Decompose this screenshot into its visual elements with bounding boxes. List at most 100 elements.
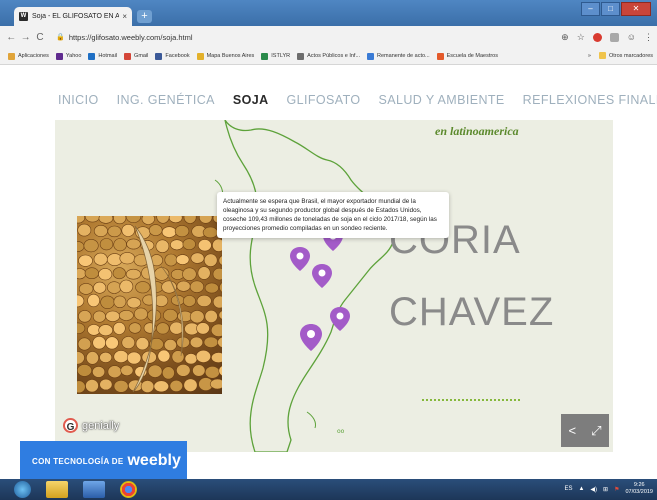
bookmark-item[interactable]: Yahoo	[55, 52, 81, 60]
extension-icon[interactable]	[609, 32, 619, 42]
profile-icon[interactable]: ☺	[627, 32, 636, 42]
browser-tab[interactable]: W Soja - EL GLIFOSATO EN ARGEN ×	[14, 7, 132, 26]
clock[interactable]: 9:26 07/03/2019	[625, 482, 653, 496]
soybean	[169, 321, 184, 335]
soybean	[197, 239, 212, 252]
weebly-prefix: CON TECNOLOGÍA DE	[32, 456, 124, 466]
soybean	[182, 238, 196, 251]
network-icon[interactable]: ⊞	[603, 486, 608, 493]
windows-taskbar: ES ▲ ◀) ⊞ ⚑ 9:26 07/03/2019	[0, 479, 657, 500]
close-window-button[interactable]: ✕	[621, 2, 651, 16]
soybean	[218, 310, 222, 320]
soybean	[121, 223, 135, 237]
soybean	[126, 351, 142, 365]
bookmark-item[interactable]: Actos Públicos e Inf...	[297, 52, 360, 60]
word-icon[interactable]	[83, 481, 105, 498]
soybean	[93, 281, 107, 294]
bookmark-item[interactable]: Escuela de Maestros	[436, 52, 498, 60]
nav-link-reflexiones-finales[interactable]: REFLEXIONES FINALES	[523, 93, 657, 107]
nav-link-soja[interactable]: SOJA	[233, 93, 269, 107]
bookmarks-more-icon[interactable]: »	[588, 53, 591, 59]
other-bookmarks-folder[interactable]: » Otros marcadores	[588, 52, 653, 59]
soybean	[125, 268, 142, 280]
soybean	[212, 238, 222, 252]
forward-arrow-icon[interactable]: →	[18, 32, 32, 43]
language-indicator[interactable]: ES	[564, 486, 572, 492]
new-tab-button[interactable]: +	[137, 10, 152, 23]
soybean	[203, 336, 219, 348]
genially-logo[interactable]: G genially	[63, 418, 119, 433]
bookmark-star-icon[interactable]: ☆	[577, 32, 585, 43]
reload-icon[interactable]: C	[33, 32, 47, 43]
bookmark-item[interactable]: Remanente de acto...	[367, 52, 430, 60]
nav-link-glifosato[interactable]: GLIFOSATO	[287, 93, 361, 107]
minimize-button[interactable]: –	[581, 2, 600, 16]
soybean	[126, 238, 141, 250]
soybean	[119, 252, 136, 265]
location-pin-icon[interactable]	[290, 247, 310, 271]
svg-text:oo: oo	[337, 428, 345, 435]
soybean	[77, 241, 85, 252]
soybean	[92, 366, 106, 378]
soybean	[218, 255, 222, 266]
author-name-line2: CHAVEZ	[389, 290, 555, 334]
nav-link-ing-genética[interactable]: ING. GENÉTICA	[117, 93, 215, 107]
soybean	[157, 349, 171, 363]
start-button-icon[interactable]	[14, 481, 31, 498]
soybean	[175, 254, 190, 265]
close-tab-icon[interactable]: ×	[122, 12, 127, 21]
bookmark-label: Hotmail	[98, 53, 118, 59]
tab-title: Soja - EL GLIFOSATO EN ARGEN	[32, 13, 120, 20]
flag-icon[interactable]: ⚑	[614, 486, 619, 493]
bookmark-icon	[297, 52, 305, 60]
soybean	[107, 225, 122, 238]
soybean	[218, 365, 222, 377]
soybean	[174, 225, 190, 238]
soybean	[126, 297, 142, 309]
soybean	[107, 281, 122, 294]
bookmark-item[interactable]: Aplicaciones	[8, 52, 49, 60]
soybean	[107, 365, 122, 379]
soybean	[189, 280, 204, 293]
file-explorer-icon[interactable]	[46, 481, 68, 498]
chrome-icon[interactable]	[120, 481, 137, 498]
zoom-icon[interactable]: ⊕	[561, 32, 569, 43]
soybean	[78, 283, 94, 295]
nav-link-inicio[interactable]: INICIO	[58, 93, 99, 107]
soybean	[202, 226, 218, 239]
location-pin-icon[interactable]	[300, 324, 322, 351]
bookmark-item[interactable]: Gmail	[124, 52, 148, 60]
bookmark-label: Aplicaciones	[18, 53, 49, 59]
share-icon[interactable]: <	[569, 423, 577, 438]
bookmark-item[interactable]: Facebook	[155, 52, 190, 60]
soybean	[203, 253, 218, 267]
weebly-badge[interactable]: CON TECNOLOGÍA DE weebly	[20, 441, 187, 481]
back-arrow-icon[interactable]: ←	[4, 32, 18, 43]
bookmark-icon	[155, 52, 163, 60]
soybean	[195, 349, 211, 363]
soybean	[163, 339, 177, 352]
bookmark-item[interactable]: ISTLYR	[261, 52, 290, 60]
location-pin-icon[interactable]	[312, 264, 332, 288]
soybean	[84, 267, 99, 280]
bookmark-item[interactable]: Mapa Buenos Aires	[196, 52, 254, 60]
presentation-controls: < ⤢	[561, 414, 609, 447]
extension-icon[interactable]	[592, 32, 602, 42]
maximize-button[interactable]: □	[601, 2, 620, 16]
soybean	[183, 216, 197, 224]
bookmark-label: Remanente de acto...	[377, 53, 430, 59]
soybean	[204, 282, 219, 294]
volume-icon[interactable]: ◀)	[590, 486, 597, 493]
url-input[interactable]: 🔒 https://glifosato.weebly.com/soja.html	[53, 29, 561, 45]
soybean	[163, 308, 178, 322]
bookmark-item[interactable]: Hotmail	[88, 52, 118, 60]
menu-icon[interactable]: ⋮	[644, 32, 653, 43]
soybean	[112, 267, 126, 280]
show-hidden-icons-icon[interactable]: ▲	[578, 486, 584, 492]
soybean	[156, 216, 170, 224]
soybean	[121, 336, 136, 349]
nav-link-salud-y-ambiente[interactable]: SALUD Y AMBIENTE	[379, 93, 505, 107]
fullscreen-icon[interactable]: ⤢	[591, 423, 601, 439]
soybean	[77, 337, 92, 351]
bookmark-label: Facebook	[165, 53, 190, 59]
